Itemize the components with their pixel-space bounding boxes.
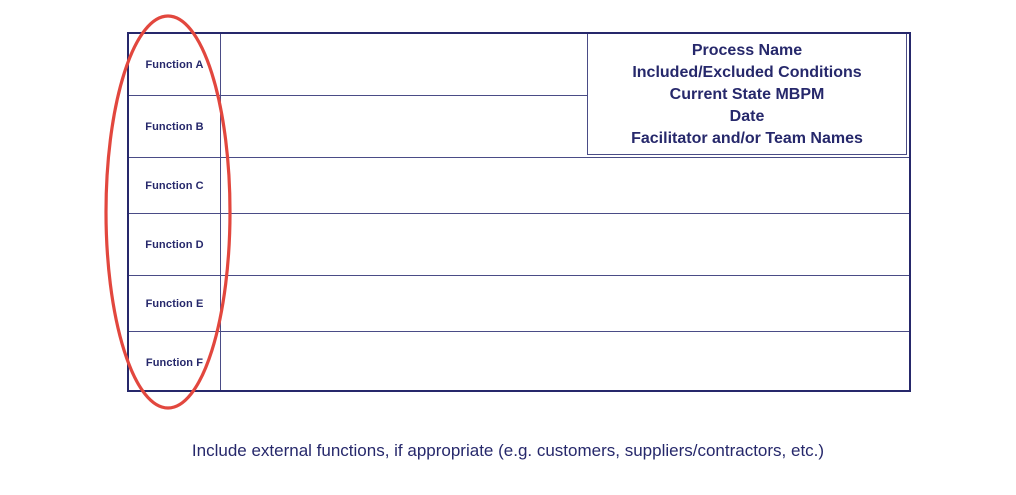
title-block: Process Name Included/Excluded Condition… [587, 34, 907, 155]
lane-label-function-a: Function A [145, 58, 204, 71]
lane-label-function-b: Function B [145, 120, 204, 133]
lane-label-function-e: Function E [145, 297, 204, 310]
lane-divider [129, 157, 909, 158]
conditions-label: Included/Excluded Conditions [632, 64, 862, 81]
function-column-divider [220, 34, 221, 390]
process-name-label: Process Name [691, 42, 803, 59]
lane-label-function-c: Function C [145, 179, 204, 192]
lane-divider [129, 213, 909, 214]
lane-label-function-f: Function F [145, 357, 204, 369]
lane-divider [129, 275, 909, 276]
lane-label-function-d: Function D [145, 238, 204, 251]
lane-divider [129, 331, 909, 332]
date-label: Date [729, 108, 765, 125]
state-label: Current State MBPM [669, 86, 825, 103]
facilitator-label: Facilitator and/or Team Names [631, 130, 863, 147]
swimlane-frame: Function A Function B Function C Functio… [127, 32, 911, 392]
footer-note: Include external functions, if appropria… [191, 441, 825, 460]
